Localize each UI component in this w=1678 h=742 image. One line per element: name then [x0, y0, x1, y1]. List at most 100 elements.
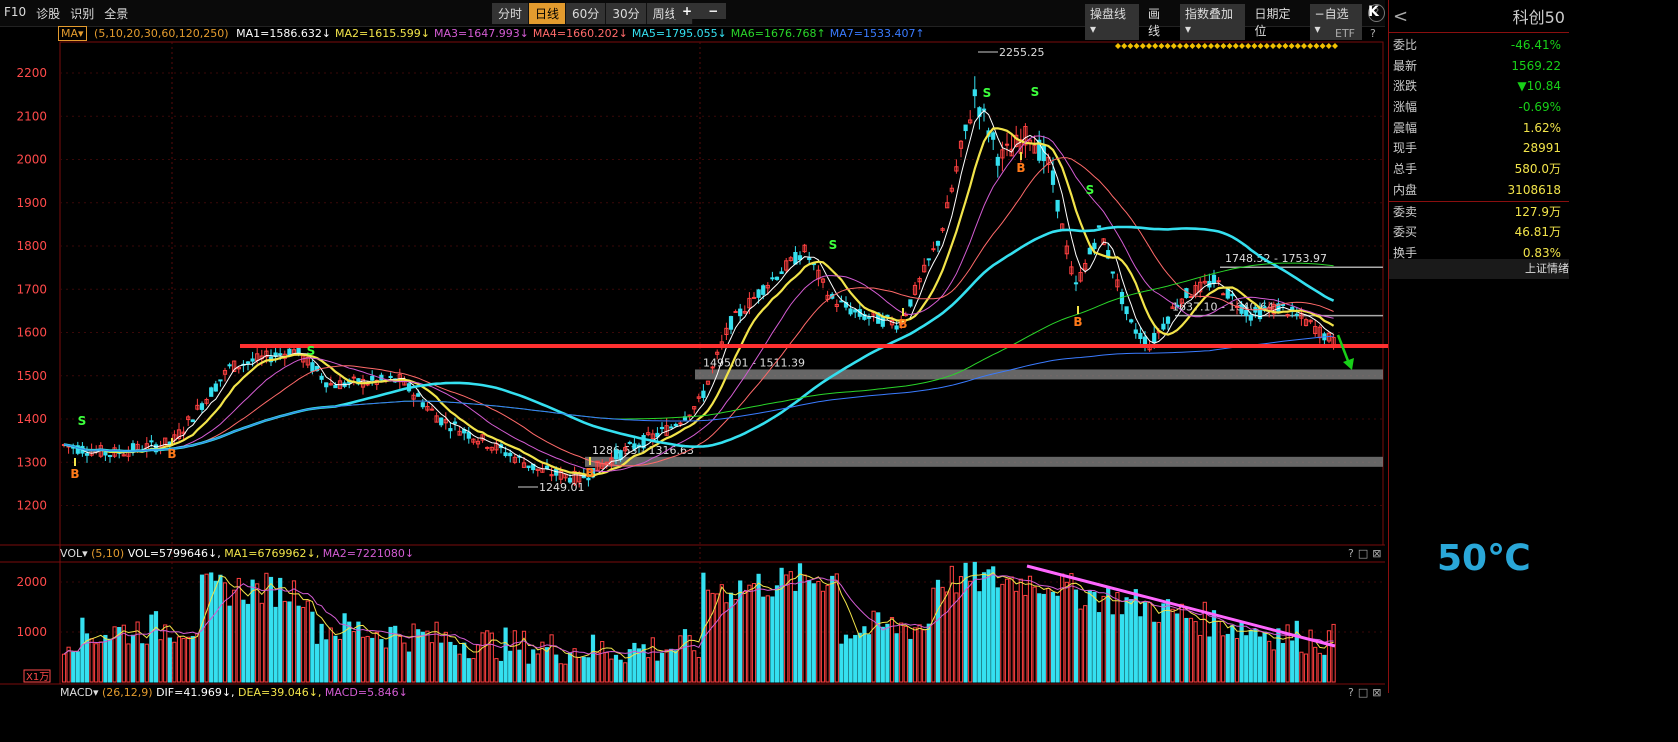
candle-body [508, 452, 513, 457]
volume-bar [531, 649, 536, 683]
candle-body [149, 440, 154, 443]
signal-diamond [1245, 43, 1252, 49]
volume-bar [586, 657, 591, 683]
zoom-out-button[interactable]: − [700, 3, 726, 19]
candle-body [669, 426, 674, 429]
vol-close-icon[interactable]: ⊠ [1372, 547, 1381, 560]
volume-bar [1175, 613, 1180, 683]
candle-body [1211, 274, 1217, 284]
volume-bar [232, 589, 237, 683]
volume-bar [324, 639, 329, 683]
candle-body [370, 375, 375, 381]
volume-bar [319, 623, 324, 683]
sentiment-tab[interactable]: 上证情绪 [1389, 259, 1569, 279]
ma-legend-item-4: MA4=1660.202↓ [532, 27, 628, 40]
macd-legend: MACD▾ (26,12,9) DIF=41.969↓, DEA=39.046↓… [60, 686, 408, 699]
volume-bar [613, 654, 619, 683]
volume-bar [682, 629, 688, 683]
volume-bar [922, 629, 927, 683]
candle-body [466, 431, 471, 439]
signal-diamond [1307, 43, 1314, 49]
macd-help-icon[interactable]: ? [1348, 686, 1354, 699]
kline-chart[interactable]: 2200 2100 2000 1900 1800 1700 1600 1500 1400 1300… [0, 0, 1388, 693]
period-intraday-tab[interactable]: 分时 [492, 3, 530, 24]
candle-body [770, 277, 775, 280]
quote-value: 46.81万 [1514, 225, 1561, 240]
volume-bar [508, 650, 513, 683]
candle-body [866, 316, 872, 319]
signal-diamond [1133, 43, 1140, 49]
draw-line-button[interactable]: 画线 [1145, 4, 1174, 40]
support-zone [695, 369, 1383, 380]
buy-signal: B [1016, 161, 1025, 175]
volume-bar [1179, 603, 1184, 683]
volume-bar [563, 663, 568, 683]
volume-bar [402, 642, 407, 683]
back-arrow-icon[interactable]: < [1393, 6, 1408, 27]
signal-diamond [1121, 43, 1128, 49]
trading-line-dropdown[interactable]: 操盘线 ▾ [1085, 4, 1139, 40]
quote-row: 委比 -46.41% [1389, 35, 1569, 56]
volume-bar [255, 583, 260, 683]
period-30min-tab[interactable]: 30分 [606, 3, 647, 24]
candle-body [84, 453, 90, 456]
vol-indicator-dropdown[interactable]: VOL▾ [60, 547, 88, 560]
vol-maximize-icon[interactable]: □ [1358, 547, 1368, 560]
zoom-in-button[interactable]: + [674, 3, 700, 19]
toolbar-panorama[interactable]: 全景 [104, 5, 128, 22]
volume-bar [1331, 623, 1336, 683]
quote-panel: < 科创50 委比 -46.41% 最新 1569.22 涨跌 ▼10.84 涨幅 -0.69… [1388, 0, 1569, 693]
signal-diamond [1319, 43, 1326, 49]
volume-bar [1294, 620, 1299, 683]
macd-indicator-dropdown[interactable]: MACD▾ [60, 686, 99, 699]
volume-bar [1046, 588, 1051, 683]
candle-body [333, 384, 338, 389]
volume-bar [912, 627, 918, 683]
price-tick-label: 1500 [16, 369, 47, 383]
buy-signal: B [167, 447, 176, 461]
volume-bar [1207, 636, 1212, 683]
volume-bar [485, 630, 490, 683]
volume-bar [425, 630, 430, 683]
volume-bar [457, 653, 462, 683]
date-locate-button[interactable]: 日期定位 [1251, 4, 1303, 40]
signal-diamond [1164, 43, 1171, 49]
volume-bar [310, 611, 315, 683]
volume-bar [857, 632, 862, 683]
main-help-icon[interactable]: ? [1370, 27, 1376, 40]
vol-help-icon[interactable]: ? [1348, 547, 1354, 560]
price-tick-label: 1800 [16, 239, 47, 253]
volume-bar [636, 648, 642, 683]
index-overlay-dropdown[interactable]: 指数叠加 ▾ [1180, 4, 1246, 40]
signal-diamond [1139, 43, 1146, 49]
volume-bar [756, 573, 761, 683]
candle-body [963, 124, 968, 132]
volume-bar [80, 617, 85, 683]
top-toolbar: F10 诊股 识别 全景 分时 日线 60分 30分 周线 ▾ + − 操盘线 … [0, 0, 1385, 40]
collapse-panel-icon[interactable]: K [1368, 4, 1379, 20]
period-60min-tab[interactable]: 60分 [566, 3, 607, 24]
macd-maximize-icon[interactable]: □ [1358, 686, 1368, 699]
price-tick-label: 1400 [16, 412, 47, 426]
period-daily-tab[interactable]: 日线 [529, 3, 567, 24]
toolbar-recognize[interactable]: 识别 [70, 5, 94, 22]
etf-label[interactable]: ETF [1335, 27, 1355, 40]
candle-body [103, 451, 108, 456]
volume-bar [623, 662, 628, 683]
ma-indicator-dropdown[interactable]: MA▾ [58, 26, 87, 41]
volume-bar [673, 650, 678, 683]
candle-body [1092, 242, 1097, 250]
volume-bar [181, 637, 186, 683]
macd-close-icon[interactable]: ⊠ [1372, 686, 1381, 699]
toolbar-f10[interactable]: F10 [4, 5, 26, 22]
volume-bar [144, 643, 149, 683]
volume-bar [365, 635, 370, 683]
volume-bar [439, 642, 444, 683]
candle-body [733, 311, 738, 314]
volume-bar [572, 648, 577, 683]
volume-bar [765, 595, 770, 683]
volume-bar [443, 631, 448, 683]
quote-label: 涨跌 [1393, 79, 1418, 94]
toolbar-diagnose[interactable]: 诊股 [36, 5, 60, 22]
signal-diamond [1313, 43, 1320, 49]
